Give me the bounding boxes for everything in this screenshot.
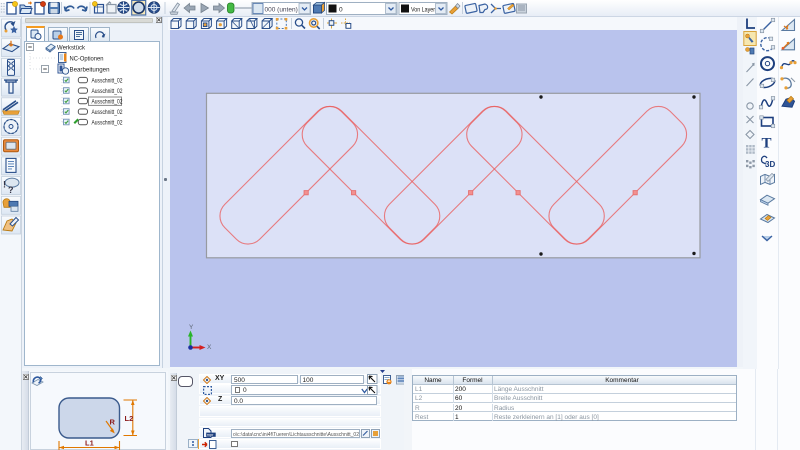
svg-text:!: ! xyxy=(3,180,6,190)
svg-text:Ausschnitt_02: Ausschnitt_02 xyxy=(92,98,123,105)
svg-text:?: ? xyxy=(8,185,14,195)
svg-text:L2: L2 xyxy=(125,414,134,423)
svg-text:Werkstück: Werkstück xyxy=(57,44,86,51)
svg-text:mpr: mpr xyxy=(206,433,213,437)
svg-text:T: T xyxy=(762,135,772,151)
svg-text:Y: Y xyxy=(189,324,194,331)
svg-text:L1: L1 xyxy=(85,439,94,448)
svg-text:Ausschnitt_02: Ausschnitt_02 xyxy=(92,88,123,95)
svg-text:0: 0 xyxy=(339,7,343,14)
svg-text:Von Layer: Von Layer xyxy=(411,7,435,14)
svg-text:NC-Optionen: NC-Optionen xyxy=(70,55,104,62)
svg-text:Bearbeitungen: Bearbeitungen xyxy=(70,66,110,73)
svg-text:Ausschnitt_02: Ausschnitt_02 xyxy=(92,77,123,84)
svg-text:3D: 3D xyxy=(765,160,775,169)
svg-text:000 (unten): 000 (unten) xyxy=(265,7,298,14)
svg-text:Ausschnitt_02: Ausschnitt_02 xyxy=(92,109,123,116)
svg-text:X: X xyxy=(207,344,212,351)
svg-text:Ausschnitt_02: Ausschnitt_02 xyxy=(92,119,123,126)
svg-text:R: R xyxy=(110,418,116,427)
